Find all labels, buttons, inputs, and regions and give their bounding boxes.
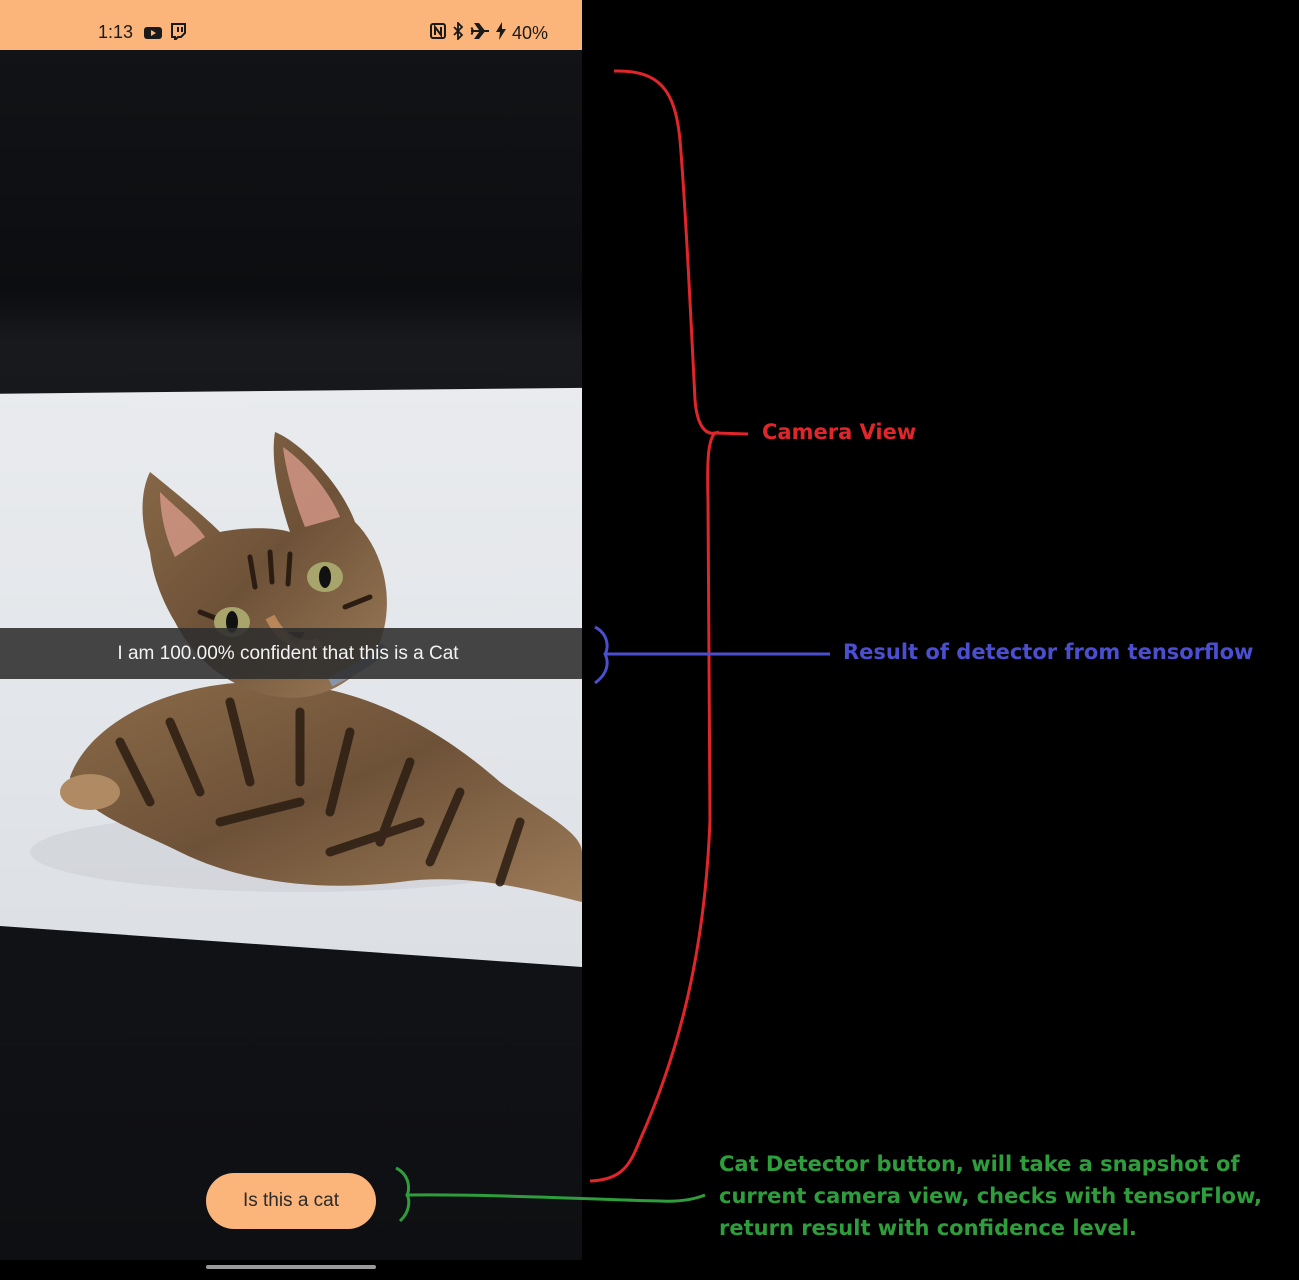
cat-detector-button[interactable]: Is this a cat (206, 1173, 376, 1229)
camera-view-bracket (589, 69, 720, 1183)
status-bar: 1:13 40% (0, 0, 582, 50)
camera-view: I am 100.00% confident that this is a Ca… (0, 50, 582, 1260)
youtube-icon (144, 24, 162, 45)
twitch-icon (170, 23, 186, 45)
button-annotation: Cat Detector button, will take a snapsho… (719, 1152, 1262, 1240)
result-bracket (594, 625, 609, 685)
nfc-icon (429, 23, 446, 44)
result-annotation: Result of detector from tensorflow (843, 640, 1254, 664)
bluetooth-icon (452, 20, 464, 45)
result-text: I am 100.00% confident that this is a Ca… (117, 642, 459, 664)
camera-view-pointer (714, 431, 749, 436)
status-time: 1:13 (98, 22, 134, 42)
status-app-icons (144, 23, 186, 45)
battery-percentage: 40% (511, 23, 548, 43)
home-indicator[interactable] (206, 1265, 376, 1269)
camera-view-annotation: Camera View (762, 420, 917, 444)
phone-screen: 1:13 40% I am 100.00% confident that thi… (0, 0, 582, 1280)
status-system-icons: 40% (429, 20, 548, 45)
charging-icon (495, 22, 506, 45)
airplane-icon (470, 22, 490, 45)
result-banner: I am 100.00% confident that this is a Ca… (0, 628, 582, 679)
